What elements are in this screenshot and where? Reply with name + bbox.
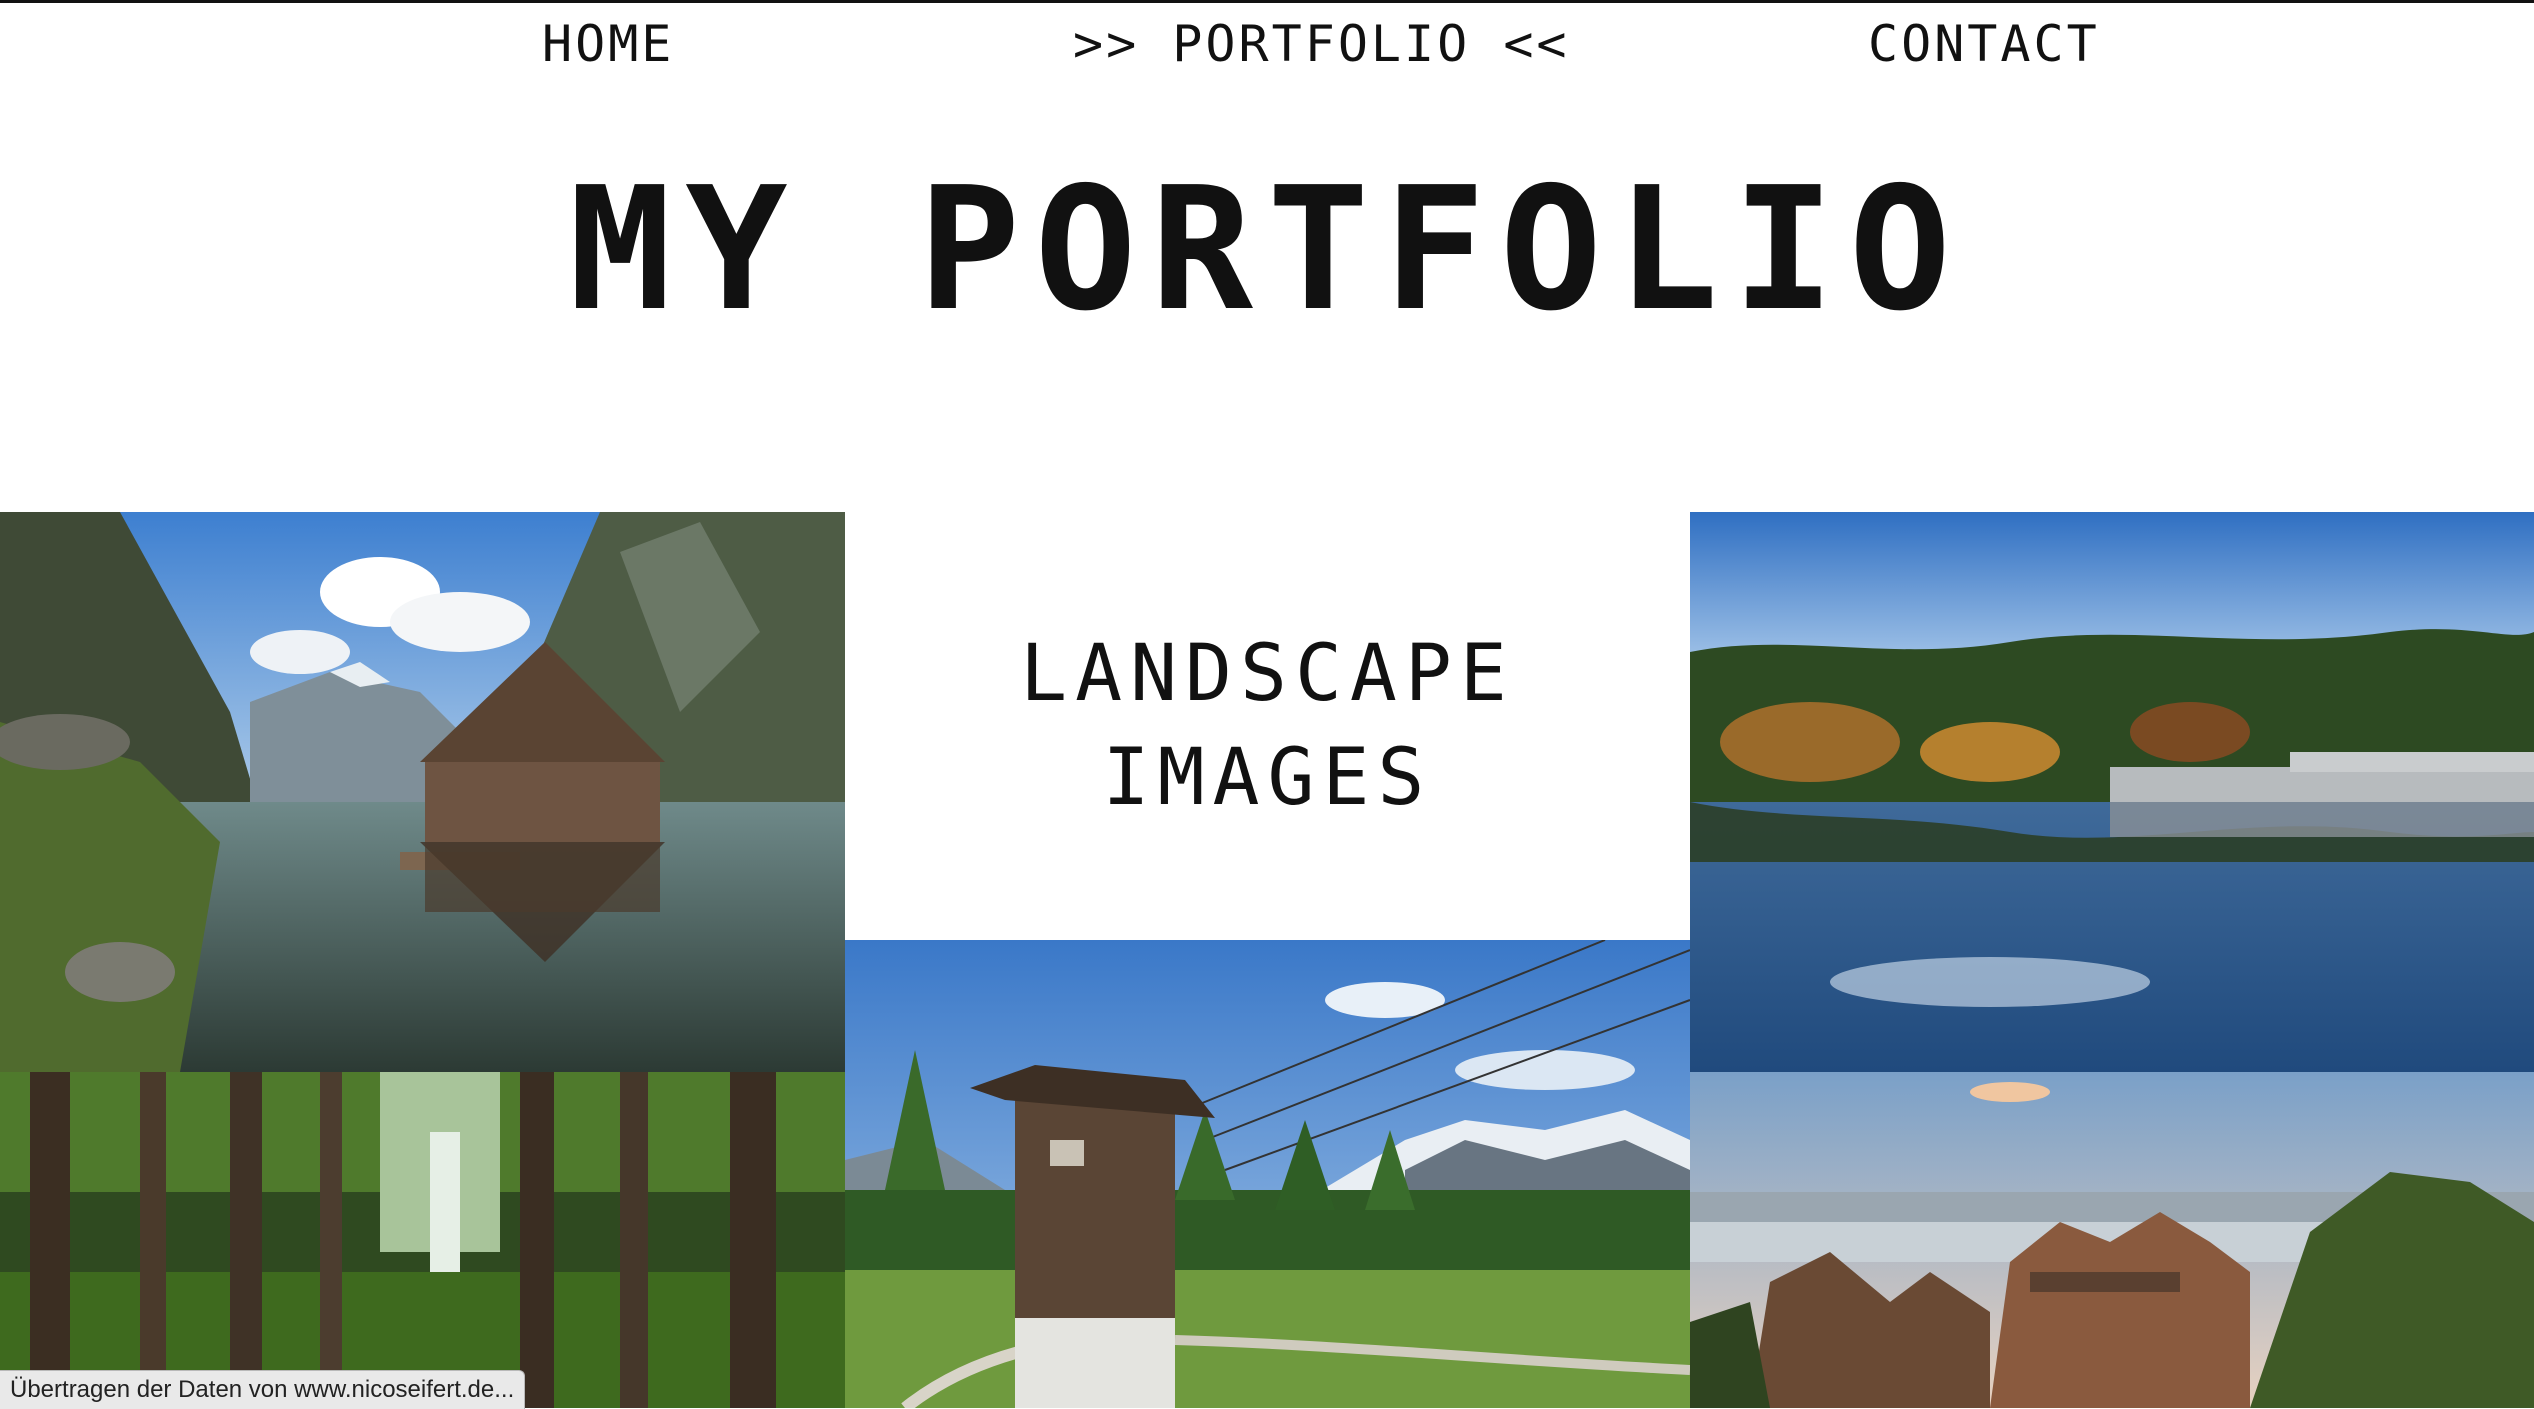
photo-reservoir-dam[interactable] [1690, 512, 2534, 1072]
nav-contact-link[interactable]: CONTACT [1868, 14, 2100, 74]
forest-waterfall-image [0, 1072, 845, 1408]
alpine-hut-image [845, 940, 1690, 1408]
photo-alpine-hut[interactable] [845, 940, 1690, 1408]
top-border [0, 0, 2534, 3]
sandstone-bridge-image [1690, 1072, 2534, 1408]
category-landscape-images[interactable]: LANDSCAPE IMAGES [845, 512, 1690, 940]
reservoir-dam-image [1690, 512, 2534, 1072]
photo-sandstone-bridge[interactable] [1690, 1072, 2534, 1408]
photo-forest-waterfall[interactable] [0, 1072, 845, 1408]
category-label-line2: IMAGES [1102, 733, 1433, 823]
boathouse-lake-image [0, 512, 845, 1072]
page-title: MY PORTFOLIO [568, 151, 1966, 349]
browser-status-bar: Übertragen der Daten von www.nicoseifert… [0, 1370, 526, 1409]
nav-portfolio-link[interactable]: >> PORTFOLIO << [1073, 14, 1570, 74]
nav-home-link[interactable]: HOME [542, 14, 674, 74]
category-label-line1: LANDSCAPE [1020, 629, 1515, 719]
photo-boathouse-lake[interactable] [0, 512, 845, 1072]
